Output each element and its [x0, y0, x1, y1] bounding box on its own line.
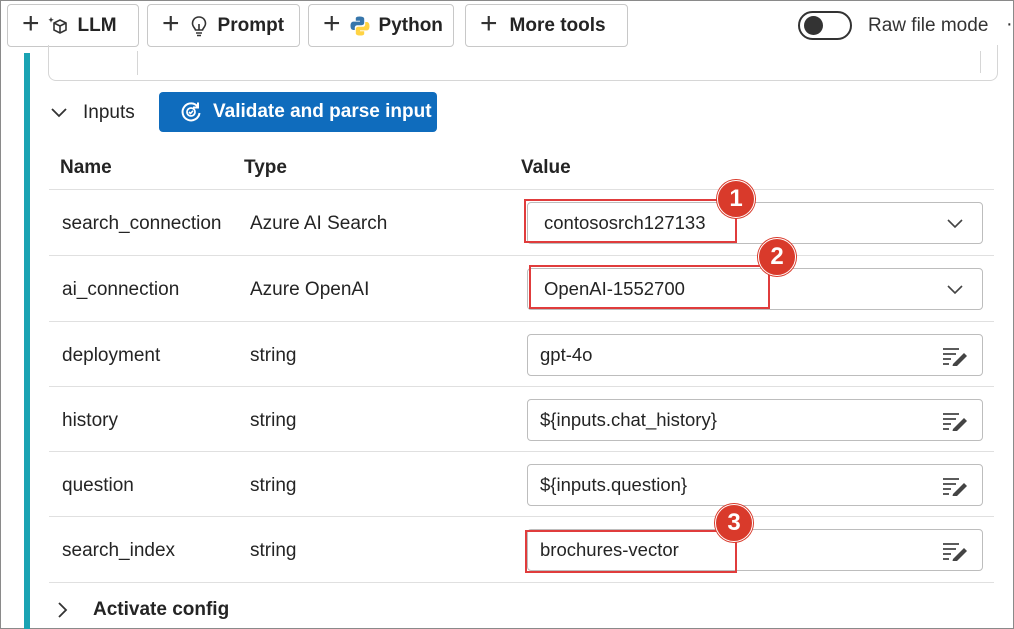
row-divider	[49, 255, 994, 256]
more-tools-button[interactable]: + More tools	[465, 4, 628, 47]
raw-file-mode-label: Raw file mode	[868, 15, 989, 36]
row-divider	[49, 582, 994, 583]
node-accent-rail	[24, 53, 30, 629]
llm-cube-icon	[48, 15, 70, 37]
toggle-knob	[804, 16, 823, 35]
validate-and-parse-input-button[interactable]: Validate and parse input	[159, 92, 437, 132]
prompt-editor-box	[48, 45, 998, 81]
activate-config-section[interactable]: Activate config	[53, 599, 229, 621]
chevron-down-icon	[942, 279, 968, 301]
edit-text-icon[interactable]	[942, 540, 968, 562]
sync-validate-icon	[179, 100, 203, 124]
row-divider	[49, 386, 994, 387]
plus-icon: +	[480, 7, 498, 40]
editor-gutter-divider	[137, 51, 138, 75]
edit-text-icon[interactable]	[942, 475, 968, 497]
row-name: question	[62, 475, 134, 496]
inputs-label: Inputs	[83, 102, 135, 123]
row-divider	[49, 321, 994, 322]
column-header-type: Type	[244, 157, 287, 178]
python-icon	[349, 15, 371, 37]
row-name: ai_connection	[62, 279, 180, 300]
annotation-badge-2: 2	[758, 238, 796, 276]
input-value: ${inputs.chat_history}	[540, 409, 717, 430]
annotation-highlight-3	[525, 530, 737, 573]
plus-icon: +	[22, 7, 40, 40]
edit-text-icon[interactable]	[942, 410, 968, 432]
plus-icon: +	[323, 7, 341, 40]
row-type: Azure AI Search	[250, 213, 388, 234]
row-divider	[49, 189, 994, 190]
activate-config-label: Activate config	[93, 599, 230, 620]
history-input[interactable]: ${inputs.chat_history}	[527, 399, 983, 441]
add-prompt-button[interactable]: + Prompt	[147, 4, 300, 47]
column-header-name: Name	[60, 157, 112, 178]
lightbulb-icon	[188, 15, 210, 37]
annotation-highlight-1	[524, 199, 737, 243]
chevron-down-icon	[49, 103, 69, 123]
editor-scrollbar[interactable]	[980, 51, 981, 73]
more-tools-label: More tools	[509, 14, 606, 36]
row-type: string	[250, 345, 297, 366]
plus-icon: +	[162, 7, 180, 40]
input-value: ${inputs.question}	[540, 474, 688, 495]
row-type: string	[250, 475, 297, 496]
add-llm-button[interactable]: + LLM	[7, 4, 139, 47]
row-name: search_index	[62, 540, 176, 561]
validate-label: Validate and parse input	[213, 101, 432, 122]
annotation-badge-1: 1	[717, 180, 755, 218]
row-type: Azure OpenAI	[250, 279, 370, 300]
input-value: gpt-4o	[540, 344, 593, 365]
row-type: string	[250, 540, 297, 561]
raw-file-mode-toggle[interactable]	[798, 11, 852, 40]
python-label: Python	[378, 14, 443, 36]
chevron-down-icon	[942, 213, 968, 235]
prompt-label: Prompt	[217, 14, 285, 36]
row-name: history	[62, 410, 118, 431]
question-input[interactable]: ${inputs.question}	[527, 464, 983, 506]
row-name: deployment	[62, 345, 161, 366]
add-python-button[interactable]: + Python	[308, 4, 454, 47]
annotation-badge-3: 3	[715, 504, 753, 542]
annotation-highlight-2	[529, 265, 770, 309]
chevron-right-icon	[53, 600, 73, 620]
edit-text-icon[interactable]	[942, 345, 968, 367]
more-menu[interactable]: ·	[1006, 13, 1013, 36]
row-name: search_connection	[62, 213, 222, 234]
row-type: string	[250, 410, 297, 431]
deployment-input[interactable]: gpt-4o	[527, 334, 983, 376]
row-divider	[49, 451, 994, 452]
llm-label: LLM	[77, 14, 117, 36]
row-divider	[49, 516, 994, 517]
column-header-value: Value	[521, 157, 571, 178]
inputs-section-header[interactable]: Inputs	[49, 94, 135, 132]
